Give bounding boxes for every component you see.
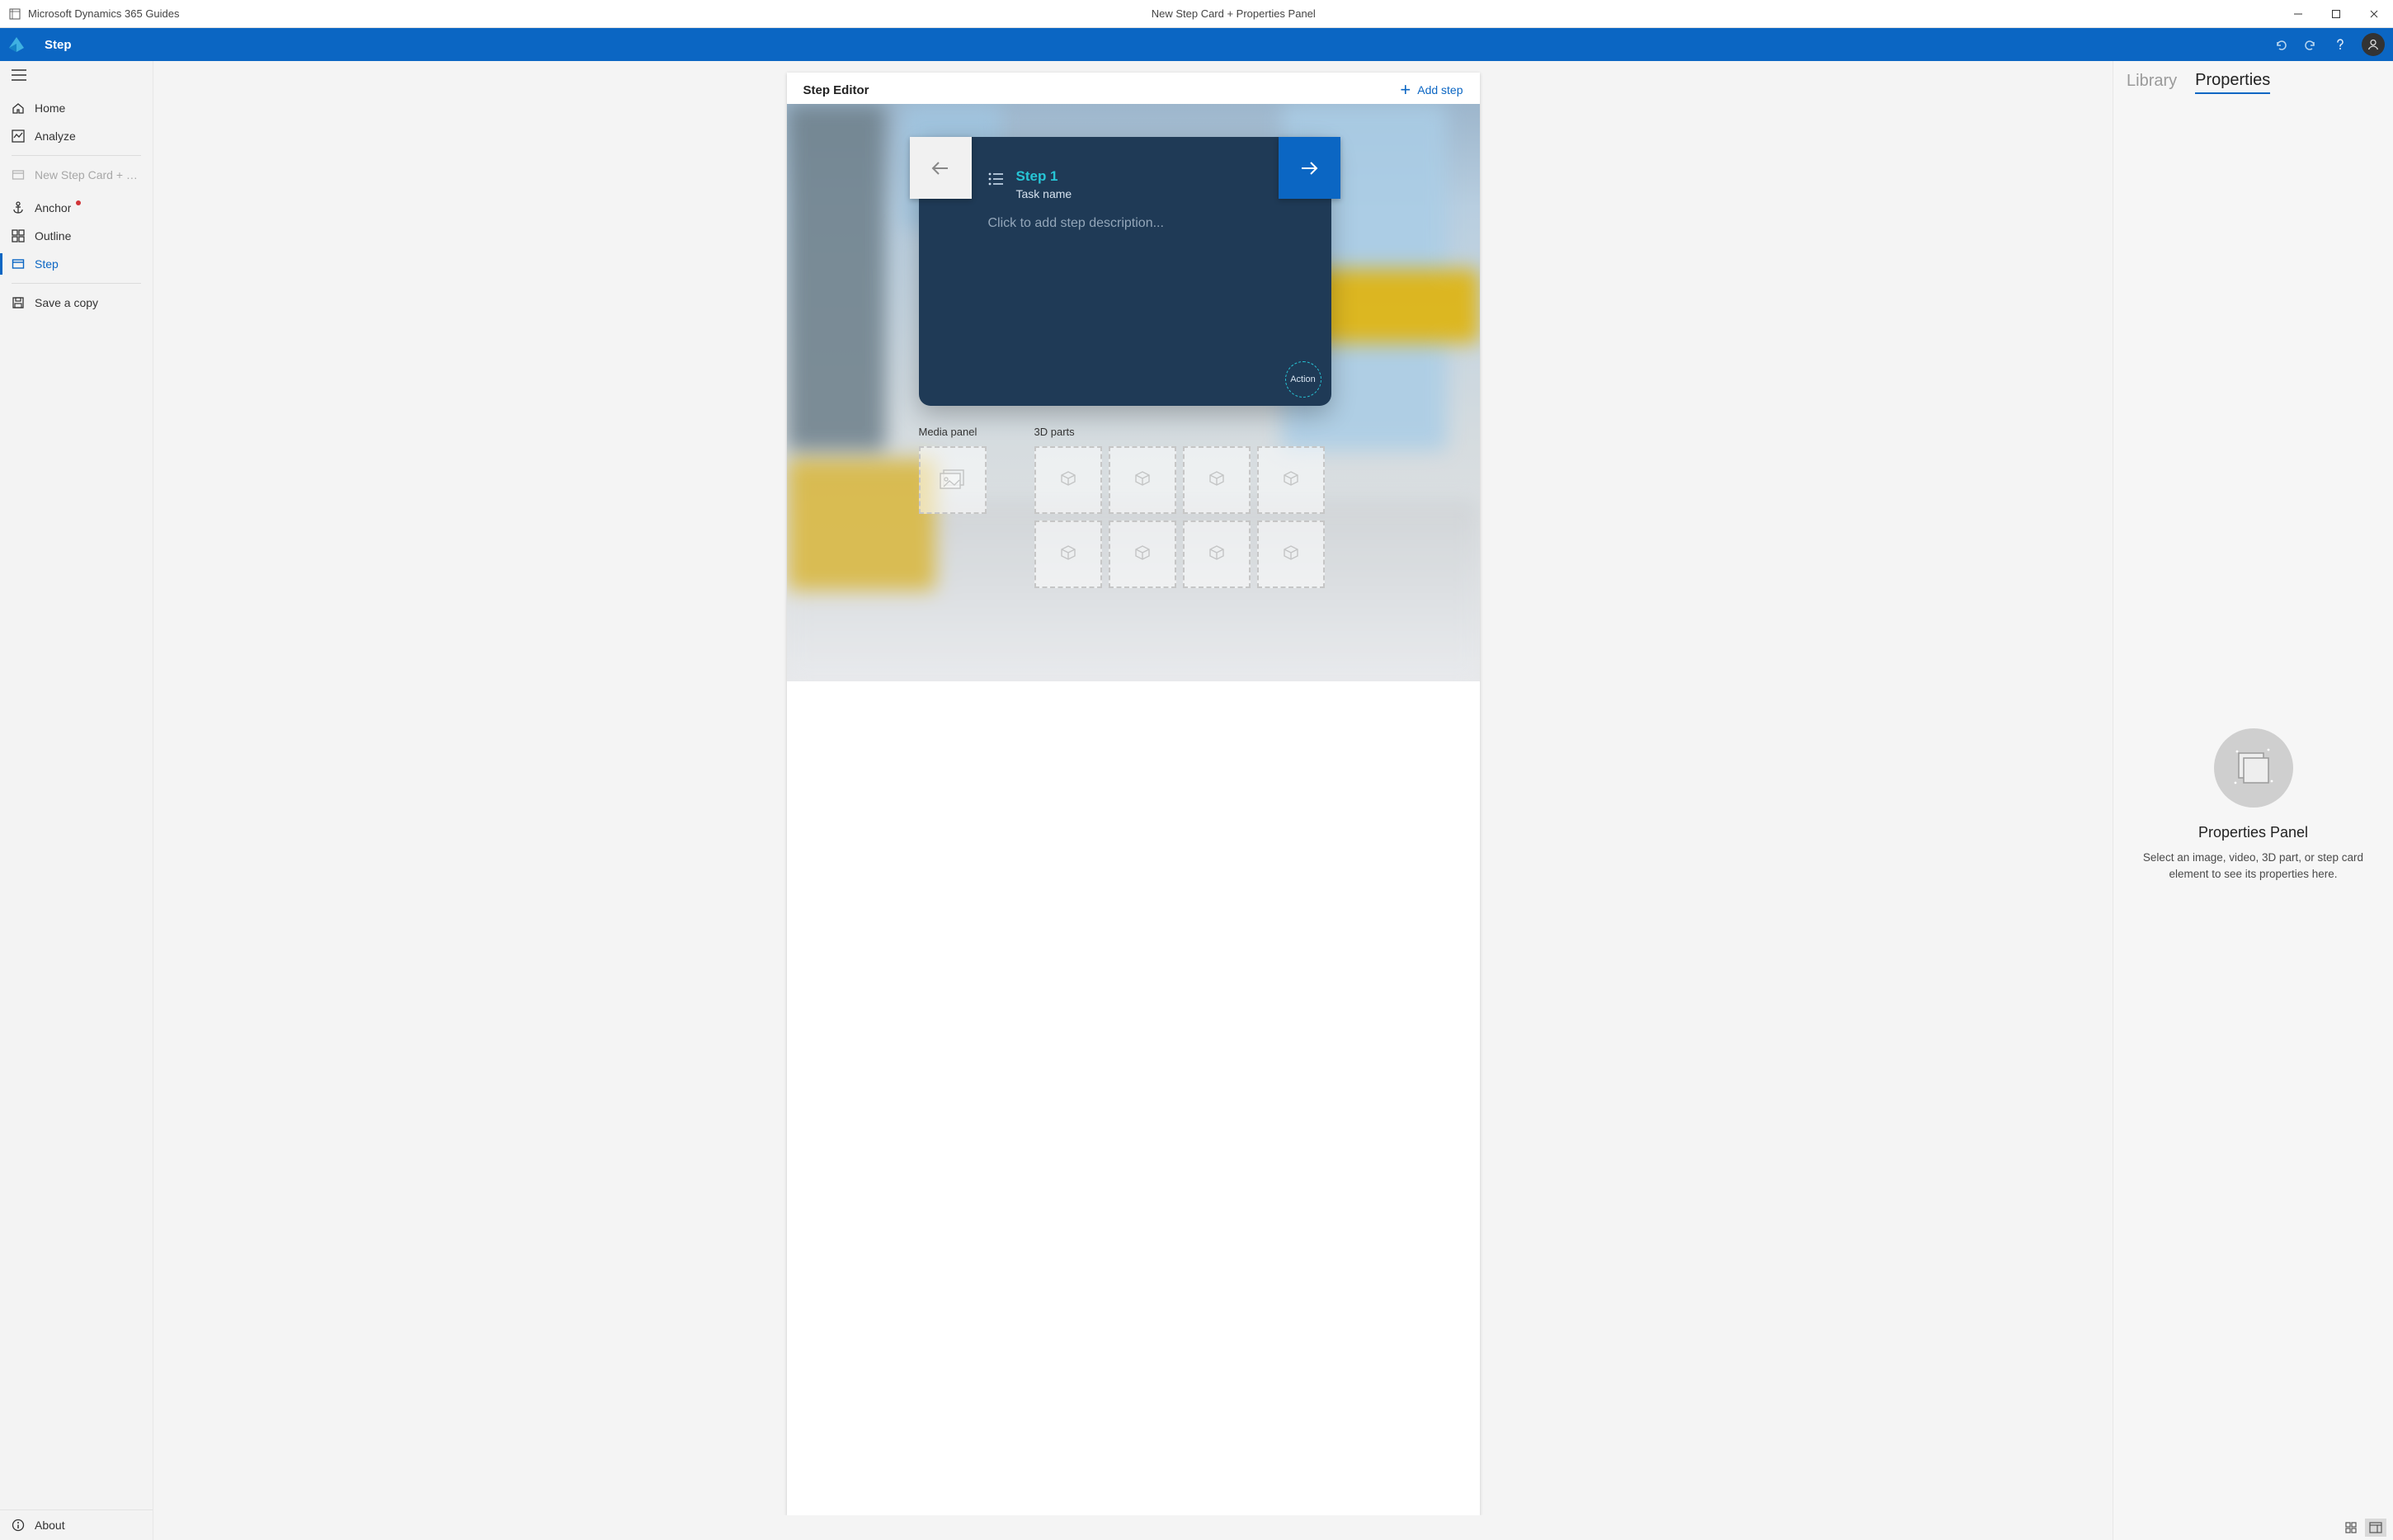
account-avatar[interactable] (2362, 33, 2385, 56)
window-close-button[interactable] (2355, 0, 2393, 28)
redo-button[interactable] (2299, 33, 2322, 56)
sidebar-item-label: Analyze (35, 130, 76, 143)
cube-icon (1207, 470, 1227, 490)
tab-properties[interactable]: Properties (2195, 71, 2270, 94)
step-icon (12, 257, 25, 271)
add-step-button[interactable]: + Add step (1400, 81, 1463, 99)
3d-part-slot[interactable] (1109, 520, 1176, 588)
sidebar-item-label: About (35, 1519, 65, 1532)
sidebar-item-home[interactable]: Home (0, 94, 153, 122)
3d-parts-label: 3D parts (1034, 426, 1325, 438)
anchor-icon (12, 201, 25, 214)
document-title: New Step Card + Properties Panel (188, 7, 2279, 20)
cube-icon (1207, 544, 1227, 564)
properties-empty-title: Properties Panel (2198, 824, 2308, 841)
arrow-right-icon (1298, 157, 1321, 180)
outline-icon (12, 229, 25, 243)
alert-dot-icon (76, 200, 81, 205)
sidebar-toggle[interactable] (0, 61, 153, 87)
sidebar-item-label: Save a copy (35, 296, 98, 309)
view-detail-button[interactable] (2365, 1519, 2386, 1537)
step-title[interactable]: Step 1 (1016, 168, 1072, 185)
3d-part-slot[interactable] (1257, 520, 1325, 588)
analyze-icon (12, 130, 25, 143)
3d-part-slot[interactable] (1034, 520, 1102, 588)
editor-title: Step Editor (803, 83, 869, 97)
cube-icon (1058, 544, 1078, 564)
editor-stage: Step Editor + Add step (153, 61, 2113, 1515)
sidebar-item-label: Home (35, 101, 65, 115)
next-step-button[interactable] (1279, 137, 1340, 199)
view-switch (2113, 1515, 2393, 1540)
media-panel-label: Media panel (919, 426, 987, 438)
window-titlebar: Microsoft Dynamics 365 Guides New Step C… (0, 0, 2393, 28)
image-icon (940, 469, 966, 491)
window-maximize-button[interactable] (2317, 0, 2355, 28)
action-button[interactable]: Action (1285, 361, 1321, 398)
sidebar-item-label: Anchor (35, 201, 71, 214)
ribbon-breadcrumb[interactable]: Step (45, 38, 72, 52)
list-icon (988, 172, 1003, 186)
detail-icon (2369, 1522, 2382, 1533)
task-name[interactable]: Task name (1016, 187, 1072, 200)
sidebar-item-document[interactable]: New Step Card + Pr… (0, 161, 153, 189)
window-minimize-button[interactable] (2279, 0, 2317, 28)
step-card[interactable]: Step 1 Task name Click to add step descr… (919, 137, 1331, 406)
sidebar-item-analyze[interactable]: Analyze (0, 122, 153, 150)
sidebar-item-anchor[interactable]: Anchor (0, 194, 153, 222)
info-icon (12, 1519, 25, 1532)
cube-icon (1281, 544, 1301, 564)
plus-icon: + (1400, 81, 1411, 99)
home-icon (12, 101, 25, 115)
sidebar-item-about[interactable]: About (0, 1509, 153, 1540)
card-icon (12, 168, 25, 181)
media-slot[interactable] (919, 446, 987, 514)
action-label: Action (1290, 374, 1316, 384)
prev-step-button[interactable] (910, 137, 972, 199)
properties-empty-icon (2214, 728, 2293, 808)
cube-icon (1133, 544, 1152, 564)
add-step-label: Add step (1417, 83, 1463, 97)
ribbon-bar: Step (0, 28, 2393, 61)
cube-icon (1133, 470, 1152, 490)
sidebar-item-label: Outline (35, 229, 71, 243)
properties-empty-subtitle: Select an image, video, 3D part, or step… (2138, 850, 2368, 883)
sidebar-item-save-copy[interactable]: Save a copy (0, 289, 153, 317)
sidebar-item-step[interactable]: Step (0, 250, 153, 278)
app-title: Microsoft Dynamics 365 Guides (28, 7, 180, 20)
stage-canvas: Step 1 Task name Click to add step descr… (787, 104, 1480, 681)
app-logo[interactable] (0, 28, 33, 61)
undo-button[interactable] (2269, 33, 2292, 56)
3d-part-slot[interactable] (1183, 446, 1251, 514)
app-icon (8, 7, 21, 21)
properties-panel: Library Properties Properties Panel Sele… (2113, 61, 2393, 1515)
grid-icon (2345, 1522, 2357, 1533)
tab-library[interactable]: Library (2127, 72, 2177, 93)
editor-card: Step Editor + Add step (787, 73, 1480, 1515)
step-description-input[interactable]: Click to add step description... (988, 216, 1307, 231)
3d-part-slot[interactable] (1034, 446, 1102, 514)
sidebar: Home Analyze New Step Card + Pr… Anchor (0, 61, 153, 1540)
3d-part-slot[interactable] (1183, 520, 1251, 588)
3d-part-slot[interactable] (1257, 446, 1325, 514)
sidebar-item-outline[interactable]: Outline (0, 222, 153, 250)
view-grid-button[interactable] (2340, 1519, 2362, 1537)
sidebar-item-label: Step (35, 257, 59, 271)
arrow-left-icon (929, 157, 952, 180)
3d-part-slot[interactable] (1109, 446, 1176, 514)
cube-icon (1058, 470, 1078, 490)
help-button[interactable] (2329, 33, 2352, 56)
save-icon (12, 296, 25, 309)
sidebar-item-label: New Step Card + Pr… (35, 168, 141, 181)
cube-icon (1281, 470, 1301, 490)
